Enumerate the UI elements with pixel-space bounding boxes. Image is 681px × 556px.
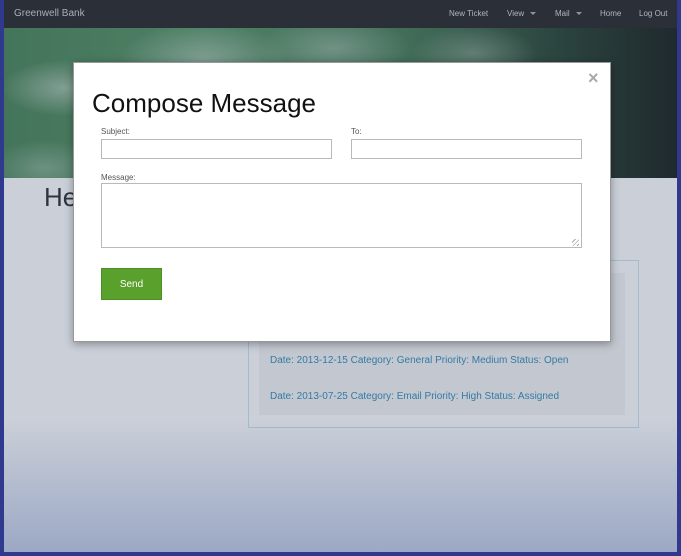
to-label: To:: [351, 127, 362, 136]
window-frame-left: [0, 0, 4, 556]
modal-backdrop-fade: [4, 420, 677, 552]
subject-input[interactable]: [101, 139, 332, 159]
window-frame-right: [677, 0, 681, 556]
subject-label: Subject:: [101, 127, 130, 136]
compose-message-modal: × Compose Message Subject: To: Message: …: [73, 62, 611, 342]
modal-title: Compose Message: [92, 88, 316, 118]
message-label: Message:: [101, 173, 136, 182]
resize-grip-icon[interactable]: [572, 239, 579, 246]
close-icon[interactable]: ×: [588, 69, 599, 87]
to-input[interactable]: [351, 139, 582, 159]
send-button[interactable]: Send: [101, 268, 162, 300]
window-frame-bottom: [0, 552, 681, 556]
message-textarea[interactable]: [101, 183, 582, 248]
